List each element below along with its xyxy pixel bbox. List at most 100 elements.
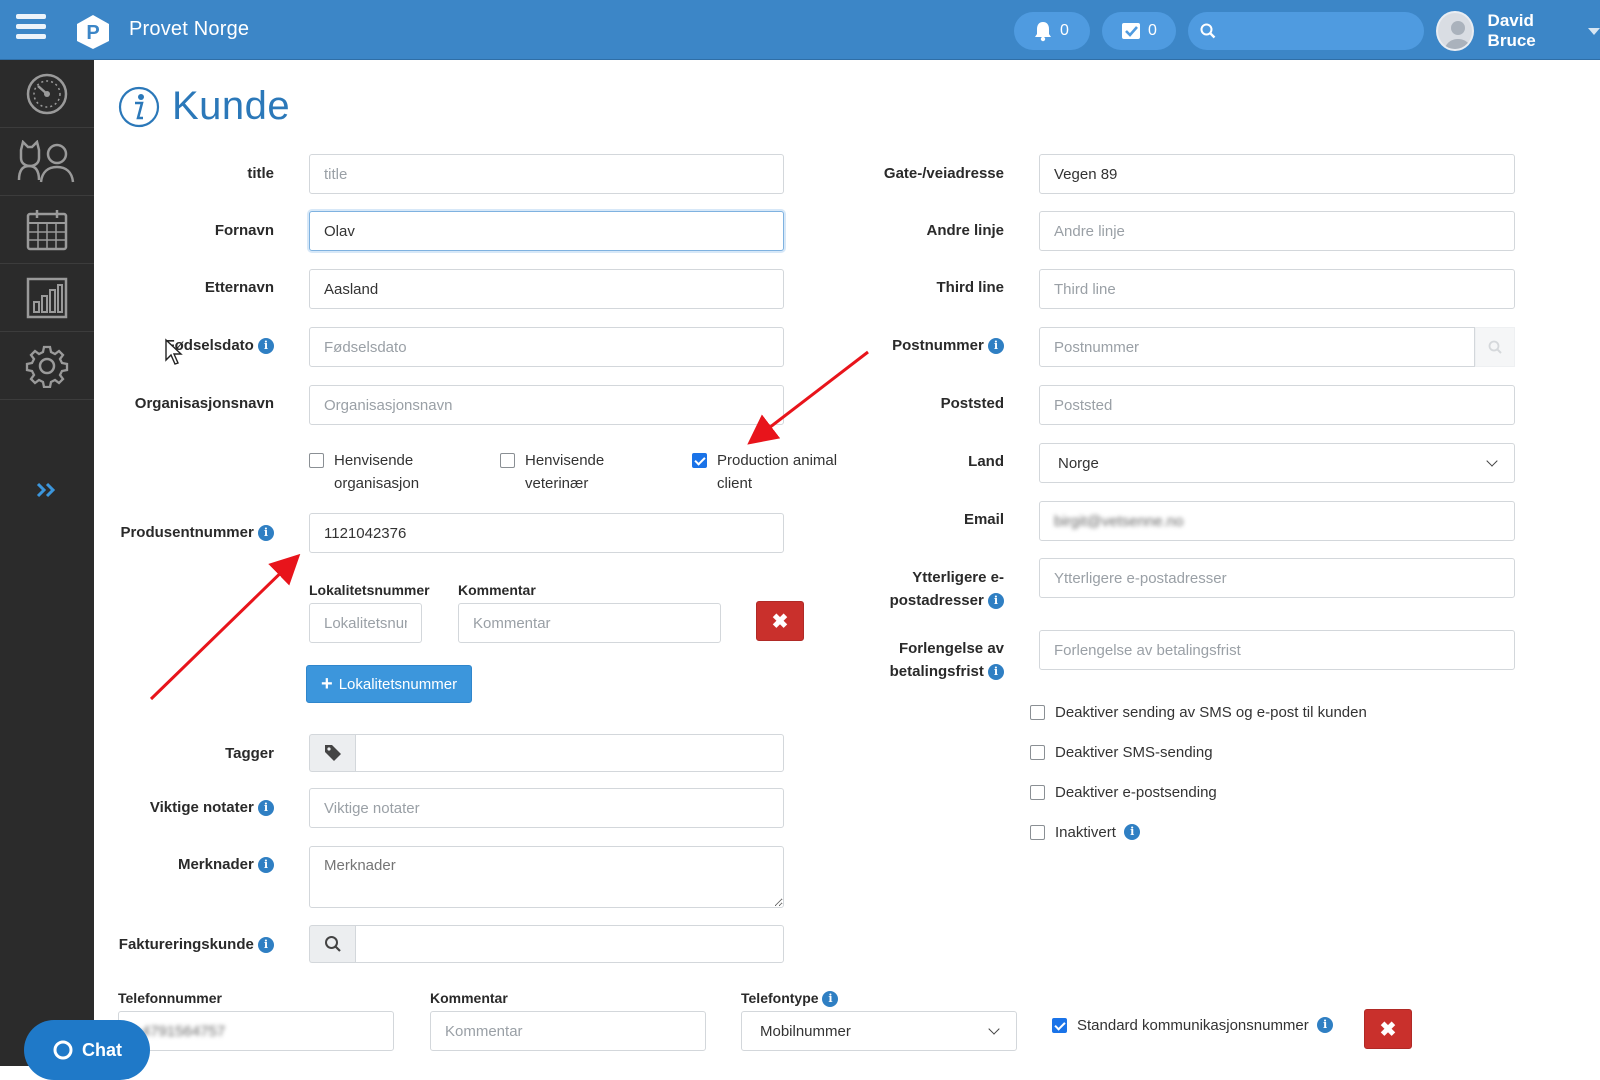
remarks-textarea[interactable] <box>309 846 784 908</box>
city-input[interactable] <box>1039 385 1515 425</box>
global-search[interactable] <box>1188 12 1424 50</box>
sidebar-item-clients[interactable] <box>0 128 94 196</box>
chat-button[interactable]: Chat <box>24 1020 150 1080</box>
calendar-icon <box>26 209 68 250</box>
notifications-count: 0 <box>1060 22 1069 39</box>
lokalitet-comment-label: Kommentar <box>458 582 536 598</box>
sidebar-item-settings[interactable] <box>0 332 94 400</box>
provet-logo[interactable]: P <box>75 14 111 50</box>
address-line2-input[interactable] <box>1039 211 1515 251</box>
referring-veterinarian-checkbox[interactable]: Henvisende veterinær <box>500 449 604 495</box>
checkbox-box[interactable] <box>1030 745 1045 760</box>
country-select[interactable]: Norge <box>1039 443 1515 483</box>
sidebar <box>0 60 94 1066</box>
phone-type-select[interactable]: Mobilnummer <box>741 1011 1017 1051</box>
street-address-input[interactable] <box>1039 154 1515 194</box>
standard-number-checkbox[interactable]: Standard kommunikasjonsnummer i <box>1052 1014 1334 1037</box>
forlengelse-label-line1: Forlengelse av <box>898 640 1004 657</box>
info-icon[interactable]: i <box>988 664 1004 681</box>
billing-customer-input[interactable] <box>355 925 784 963</box>
double-chevron-right-icon <box>36 482 56 498</box>
birthdate-input[interactable] <box>309 327 784 367</box>
gear-icon <box>25 345 69 388</box>
additional-emails-input[interactable] <box>1039 558 1515 598</box>
sidebar-item-dashboard[interactable] <box>0 60 94 128</box>
info-icon[interactable]: i <box>988 593 1004 610</box>
remove-locality-button[interactable]: ✖ <box>756 601 804 641</box>
checkbox-box-checked[interactable] <box>1052 1018 1067 1033</box>
info-icon[interactable]: i <box>822 991 839 1008</box>
checkbox-label-line2: veterinær <box>525 475 589 492</box>
production-animal-client-checkbox[interactable]: Production animal client <box>692 449 837 495</box>
checkbox-label-line2: client <box>717 475 753 492</box>
country-select-value: Norge <box>1058 454 1099 472</box>
sidebar-item-calendar[interactable] <box>0 196 94 264</box>
user-menu[interactable]: David Bruce <box>1436 11 1600 51</box>
remove-phone-button[interactable]: ✖ <box>1364 1009 1412 1049</box>
inactive-checkbox[interactable]: Inaktivert i <box>1030 821 1141 844</box>
important-notes-input[interactable] <box>309 788 784 828</box>
address-line3-input[interactable] <box>1039 269 1515 309</box>
checkbox-box-checked[interactable] <box>692 453 707 468</box>
info-icon[interactable]: i <box>988 338 1004 355</box>
organization-name-input[interactable] <box>309 385 784 425</box>
sidebar-item-reports[interactable] <box>0 264 94 332</box>
first-name-input[interactable] <box>309 211 784 251</box>
disable-email-checkbox[interactable]: Deaktiver e-postsending <box>1030 781 1217 804</box>
producer-number-input[interactable] <box>309 513 784 553</box>
produsentnummer-label: Produsentnummer <box>120 524 254 541</box>
checkbox-box[interactable] <box>1030 705 1045 720</box>
info-icon[interactable]: i <box>258 937 274 954</box>
referring-organization-checkbox[interactable]: Henvisende organisasjon <box>309 449 419 495</box>
pet-owner-icon <box>17 139 75 182</box>
chat-bubble-icon <box>53 1040 73 1060</box>
locality-comment-input[interactable] <box>458 603 721 643</box>
info-icon[interactable]: i <box>1317 1017 1334 1033</box>
checkbox-box[interactable] <box>309 453 324 468</box>
avatar <box>1436 11 1474 51</box>
info-icon[interactable]: i <box>258 338 274 355</box>
add-locality-button[interactable]: + Lokalitetsnummer <box>306 665 473 703</box>
checkbox-box[interactable] <box>1030 825 1045 840</box>
title-input[interactable] <box>309 154 784 194</box>
info-icon[interactable]: i <box>258 525 274 542</box>
sidebar-expand-button[interactable] <box>0 470 94 510</box>
disable-sms-email-checkbox[interactable]: Deaktiver sending av SMS og e-post til k… <box>1030 701 1367 724</box>
checkbox-box[interactable] <box>1030 785 1045 800</box>
produsentnummer-label-row: Produsentnummer i <box>100 521 274 544</box>
annotation-arrow <box>149 553 301 701</box>
chat-label: Chat <box>82 1039 122 1060</box>
tagger-label: Tagger <box>225 745 274 762</box>
info-icon[interactable]: i <box>258 857 274 874</box>
phone-number-input[interactable]: +4791564757 <box>118 1011 394 1051</box>
phone-comment-input[interactable] <box>430 1011 706 1051</box>
bar-chart-icon <box>26 277 68 318</box>
notifications-button[interactable]: 0 <box>1014 12 1090 50</box>
top-bar: P Provet Norge 0 0 David Bruce <box>0 0 1600 60</box>
tags-input[interactable] <box>355 734 784 772</box>
billing-search-addon[interactable] <box>309 925 355 963</box>
email-input[interactable]: birgit@vetsenne.no <box>1039 501 1515 541</box>
checkbox-label: Inaktivert <box>1055 824 1116 841</box>
info-icon[interactable]: i <box>1124 824 1141 840</box>
postal-code-input[interactable] <box>1039 327 1475 367</box>
user-name: David Bruce <box>1487 11 1536 50</box>
info-icon[interactable]: i <box>258 800 274 817</box>
telefonnummer-label: Telefonnummer <box>118 990 222 1006</box>
postal-code-search-button[interactable] <box>1475 327 1515 367</box>
title-label: title <box>247 165 274 182</box>
last-name-input[interactable] <box>309 269 784 309</box>
disable-sms-checkbox[interactable]: Deaktiver SMS-sending <box>1030 741 1213 764</box>
telefontype-label: Telefontype <box>741 990 819 1006</box>
checkbox-box[interactable] <box>500 453 515 468</box>
plus-icon: + <box>321 673 333 695</box>
locality-number-input[interactable] <box>309 603 422 643</box>
tasks-button[interactable]: 0 <box>1102 12 1176 50</box>
payment-extension-input[interactable] <box>1039 630 1515 670</box>
fodselsdato-label-row: Fødselsdato i <box>100 334 274 357</box>
chevron-down-icon <box>988 1023 1000 1035</box>
menu-icon[interactable] <box>16 14 46 44</box>
merknader-label-row: Merknader i <box>100 853 274 876</box>
land-label: Land <box>968 453 1004 470</box>
forlengelse-label-line2: betalingsfrist <box>889 663 984 680</box>
